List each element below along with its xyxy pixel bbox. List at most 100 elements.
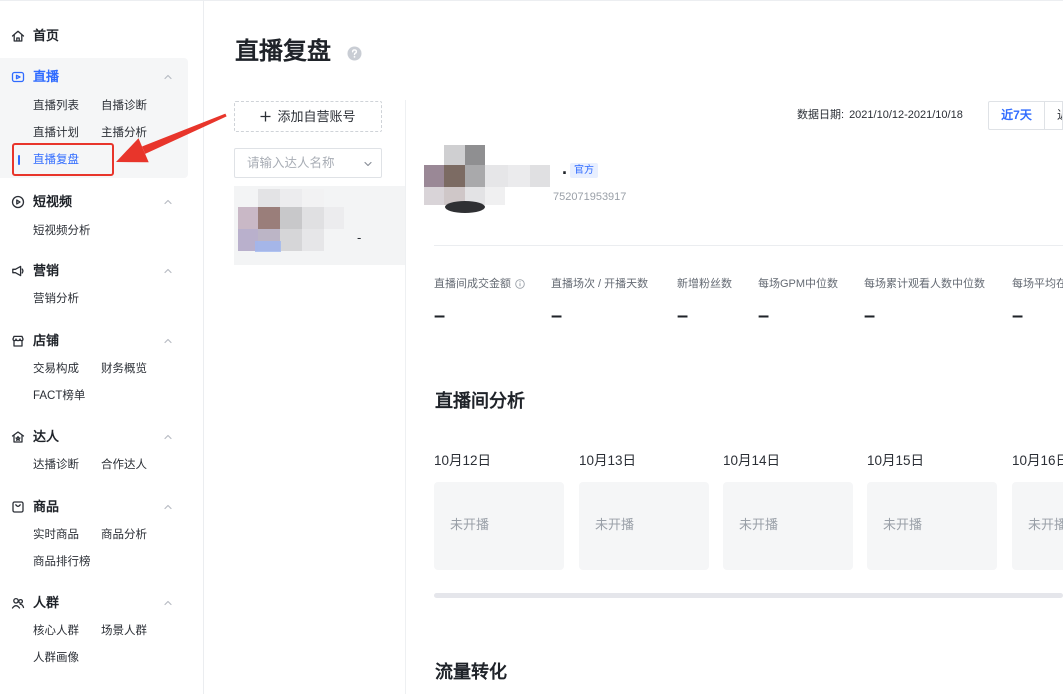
influencer-icon [11,431,25,443]
metric-value: – [758,305,770,327]
influencer-search-input[interactable] [235,149,357,177]
chevron-down-icon [364,161,372,167]
nav-home-label: 首页 [33,28,60,43]
data-date-range: 数据日期: 2021/10/12-2021/10/18 [797,108,963,122]
day-card[interactable]: 未开播 [1012,482,1063,570]
panel-divider [405,100,406,694]
marketing-icon [12,265,24,277]
account-list-item[interactable]: - [234,186,405,265]
nav-item-live-list[interactable]: 直播列表 [33,99,79,113]
metric-label: 每场GPM中位数 [758,278,839,290]
day-date: 10月13日 [579,453,637,468]
day-date: 10月16日 [1012,453,1063,468]
nav-section-product[interactable]: 商品 [0,495,188,519]
period-tab-7-days[interactable]: 近7天 [988,101,1045,130]
nav-item-self-live-diagnosis[interactable]: 自播诊断 [101,99,147,113]
nav-item-product-analysis[interactable]: 商品分析 [101,528,147,542]
nav-section-crowd[interactable]: 人群 [0,591,188,615]
short-video-icon [11,195,25,209]
profile-name: . [562,158,568,178]
horizontal-scrollbar[interactable] [434,593,1063,598]
chevron-up-icon [164,338,172,344]
nav-item-influencer-live-diagnosis[interactable]: 达播诊断 [33,458,79,472]
influencer-search-select[interactable] [234,148,382,178]
nav-item-live-plan[interactable]: 直播计划 [33,126,79,140]
metric-value: – [864,305,876,327]
day-card[interactable]: 未开播 [579,482,709,570]
nav-item-partner-influencers[interactable]: 合作达人 [101,458,147,472]
nav-section-short-video[interactable]: 短视频 [0,190,188,214]
account-avatar-blurred [238,189,344,252]
nav-item-crowd-portrait[interactable]: 人群画像 [33,651,79,665]
home-icon [11,30,25,42]
metric-label: 每场平均在 [1012,278,1063,290]
metric-label: 每场累计观看人数中位数 [864,278,985,290]
nav-item-realtime-products[interactable]: 实时商品 [33,528,79,542]
nav-section-marketing[interactable]: 营销 [0,259,188,283]
day-status: 未开播 [595,517,635,532]
nav-item-product-ranking[interactable]: 商品排行榜 [33,555,91,569]
day-card[interactable]: 未开播 [723,482,853,570]
nav-section-short-video-label: 短视频 [33,194,73,209]
question-circle-icon[interactable] [347,46,362,61]
nav-section-influencer-label: 达人 [33,429,60,444]
add-own-account-button[interactable]: 添加自营账号 [234,101,382,132]
metric-gmv: 直播间成交金额 – [434,277,525,327]
metric-value: – [1012,305,1024,327]
metric-value: – [434,305,446,327]
nav-item-short-video-analysis[interactable]: 短视频分析 [33,224,91,238]
day-status: 未开播 [739,517,779,532]
metric-value: – [677,305,689,327]
add-own-account-label: 添加自营账号 [277,108,356,124]
data-date-value: 2021/10/12-2021/10/18 [849,109,963,121]
nav-item-marketing-analysis[interactable]: 营销分析 [33,292,79,306]
profile-id: 752071953917 [553,191,627,203]
metric-avg-online: 每场平均在 – [1012,277,1063,327]
day-card[interactable]: 未开播 [434,482,564,570]
day-date: 10月14日 [723,453,781,468]
metric-viewers-median: 每场累计观看人数中位数 – [864,277,985,327]
metric-new-followers: 新增粉丝数 – [677,277,732,327]
store-icon [12,335,24,347]
nav-item-finance-overview[interactable]: 财务概览 [101,362,147,376]
metric-gpm-median: 每场GPM中位数 – [758,277,838,327]
page-title: 直播复盘 [235,38,331,65]
traffic-conversion-title: 流量转化 [435,662,507,682]
day-status: 未开播 [450,517,490,532]
info-circle-icon[interactable] [515,279,525,289]
nav-section-marketing-label: 营销 [33,263,60,278]
nav-item-transaction-composition[interactable]: 交易构成 [33,362,79,376]
metric-label: 直播间成交金额 [434,278,511,290]
account-name: - [357,230,362,245]
chevron-up-icon [164,504,172,510]
day-card[interactable]: 未开播 [867,482,997,570]
metric-label: 直播场次 / 开播天数 [551,278,649,290]
product-icon [12,501,24,513]
nav-section-product-label: 商品 [33,499,60,514]
official-badge: 官方 [570,163,598,178]
chevron-up-icon [164,600,172,606]
crowd-icon [11,597,25,609]
chevron-up-icon [164,199,172,205]
nav-item-scene-crowd[interactable]: 场景人群 [101,624,147,638]
live-icon [11,71,25,83]
live-room-analysis-title: 直播间分析 [435,391,525,411]
nav-section-live[interactable]: 直播 [0,65,188,89]
period-tab-next[interactable]: 近 [1045,101,1063,130]
day-date: 10月12日 [434,453,492,468]
nav-item-anchor-analysis[interactable]: 主播分析 [101,126,147,140]
period-selector: 近7天 近 [988,101,1063,130]
chevron-up-icon [164,74,172,80]
nav-item-live-review[interactable]: 直播复盘 [18,153,79,167]
nav-section-store[interactable]: 店铺 [0,329,188,353]
nav-home[interactable]: 首页 [0,24,188,48]
metric-sessions-days: 直播场次 / 开播天数 – [551,277,648,327]
sidebar: 首页 直播 直播列表 自播诊断 直播计划 主播分析 直播复盘 短视频 短视频分析… [0,0,204,694]
nav-section-store-label: 店铺 [33,333,60,348]
chevron-up-icon [164,434,172,440]
nav-item-fact-ranking[interactable]: FACT榜单 [33,389,85,403]
main-content: 直播复盘 添加自营账号 - 数据 [204,0,1063,694]
plus-icon [260,111,271,122]
nav-section-influencer[interactable]: 达人 [0,425,188,449]
nav-item-core-crowd[interactable]: 核心人群 [33,624,79,638]
